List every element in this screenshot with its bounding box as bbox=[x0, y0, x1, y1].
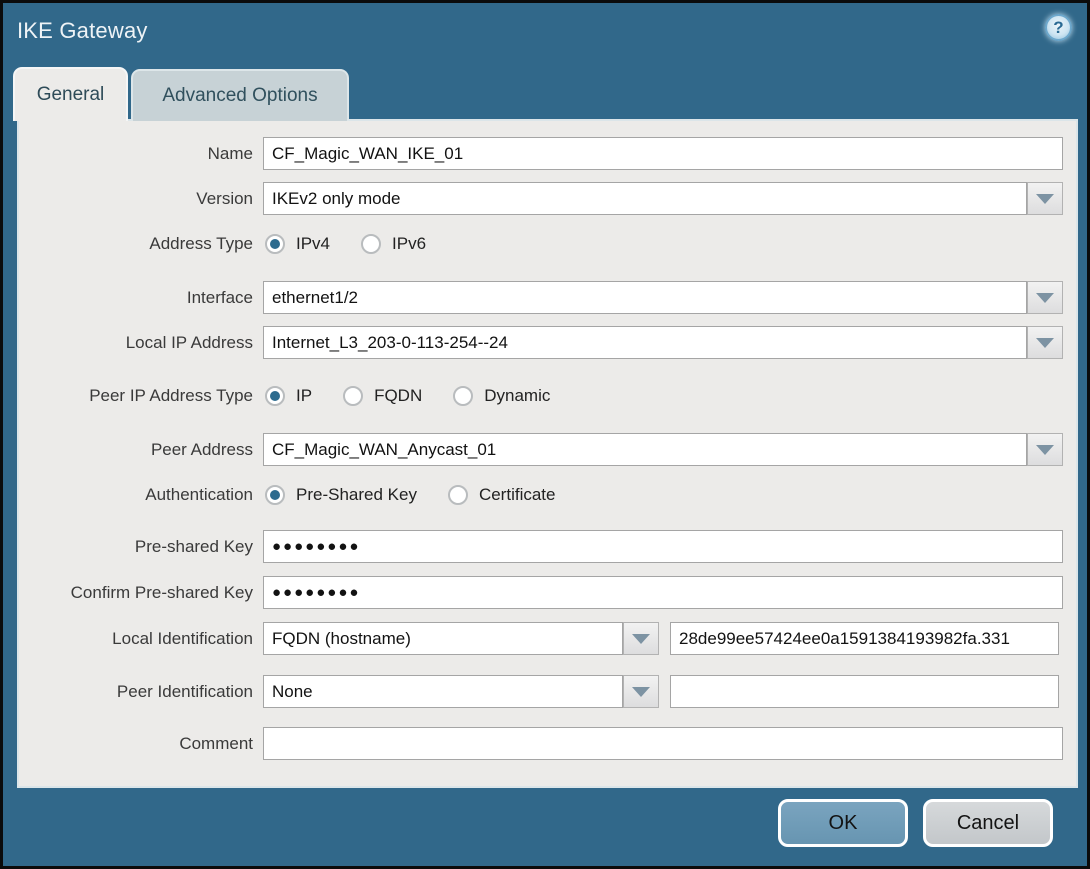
local-ip-address-label: Local IP Address bbox=[125, 333, 253, 352]
authentication-label: Authentication bbox=[145, 485, 253, 504]
dynamic-radio-label: Dynamic bbox=[484, 385, 551, 405]
ipv6-radio-label: IPv6 bbox=[392, 233, 427, 253]
pre-shared-key-input[interactable] bbox=[263, 530, 1063, 563]
version-label: Version bbox=[196, 189, 253, 208]
help-icon[interactable]: ? bbox=[1045, 14, 1072, 41]
dynamic-radio[interactable] bbox=[453, 385, 474, 406]
peer-identification-dropdown-button[interactable] bbox=[623, 675, 659, 708]
interface-label: Interface bbox=[186, 288, 253, 307]
chevron-down-icon bbox=[632, 686, 650, 697]
auth-option-certificate[interactable]: Certificate bbox=[447, 484, 556, 505]
pre-shared-key-label: Pre-shared Key bbox=[134, 537, 253, 556]
name-input[interactable] bbox=[263, 137, 1063, 170]
ipv4-radio-label: IPv4 bbox=[296, 233, 331, 253]
peer-address-select[interactable]: CF_Magic_WAN_Anycast_01 bbox=[263, 433, 1027, 466]
certificate-radio-label: Certificate bbox=[478, 484, 556, 504]
tab-general[interactable]: General bbox=[13, 67, 128, 121]
fqdn-radio-label: FQDN bbox=[374, 385, 423, 405]
cancel-button[interactable]: Cancel bbox=[923, 799, 1053, 847]
confirm-pre-shared-key-label: Confirm Pre-shared Key bbox=[70, 583, 253, 602]
name-label: Name bbox=[207, 144, 253, 163]
peer-address-dropdown-button[interactable] bbox=[1027, 433, 1063, 466]
dialog-footer: OK Cancel bbox=[3, 788, 1087, 866]
dialog-title: IKE Gateway bbox=[17, 18, 148, 43]
chevron-down-icon bbox=[1036, 193, 1054, 204]
peer-identification-value-input[interactable] bbox=[670, 675, 1059, 708]
peer-type-option-ip[interactable]: IP bbox=[265, 385, 313, 406]
auth-option-pre-shared-key[interactable]: Pre-Shared Key bbox=[265, 484, 417, 505]
authentication-radio-group: Pre-Shared Key Certificate bbox=[265, 478, 586, 511]
pre-shared-key-radio-label: Pre-Shared Key bbox=[296, 484, 417, 504]
ike-gateway-dialog: IKE Gateway ? General Advanced Options N… bbox=[0, 0, 1090, 869]
peer-identification-type-select[interactable]: None bbox=[263, 675, 623, 708]
peer-ip-address-type-radio-group: IP FQDN Dynamic bbox=[265, 379, 581, 412]
tab-advanced-options[interactable]: Advanced Options bbox=[131, 69, 349, 121]
peer-type-option-dynamic[interactable]: Dynamic bbox=[453, 385, 551, 406]
chevron-down-icon bbox=[1036, 337, 1054, 348]
local-identification-value-input[interactable] bbox=[670, 622, 1059, 655]
local-identification-dropdown-button[interactable] bbox=[623, 622, 659, 655]
chevron-down-icon bbox=[1036, 292, 1054, 303]
confirm-pre-shared-key-input[interactable] bbox=[263, 576, 1063, 609]
ok-button[interactable]: OK bbox=[778, 799, 908, 847]
comment-label: Comment bbox=[179, 734, 253, 753]
ip-radio[interactable] bbox=[265, 385, 285, 406]
address-type-option-ipv6[interactable]: IPv6 bbox=[361, 233, 427, 254]
fqdn-radio[interactable] bbox=[343, 385, 364, 406]
local-identification-label: Local Identification bbox=[112, 629, 253, 648]
chevron-down-icon bbox=[632, 633, 650, 644]
version-dropdown-button[interactable] bbox=[1027, 182, 1063, 215]
tab-bar: General Advanced Options bbox=[13, 67, 349, 121]
peer-ip-address-type-label: Peer IP Address Type bbox=[89, 386, 253, 405]
peer-type-option-fqdn[interactable]: FQDN bbox=[343, 385, 423, 406]
ipv4-radio[interactable] bbox=[265, 233, 285, 254]
local-ip-address-dropdown-button[interactable] bbox=[1027, 326, 1063, 359]
chevron-down-icon bbox=[1036, 444, 1054, 455]
address-type-radio-group: IPv4 IPv6 bbox=[265, 227, 457, 260]
peer-address-label: Peer Address bbox=[150, 440, 253, 459]
ipv6-radio[interactable] bbox=[361, 233, 382, 254]
local-ip-address-select[interactable]: Internet_L3_203-0-113-254--24 bbox=[263, 326, 1027, 359]
interface-dropdown-button[interactable] bbox=[1027, 281, 1063, 314]
address-type-option-ipv4[interactable]: IPv4 bbox=[265, 233, 331, 254]
peer-identification-label: Peer Identification bbox=[116, 682, 253, 701]
pre-shared-key-radio[interactable] bbox=[265, 484, 285, 505]
general-tab-panel: Name Version IKEv2 only mode Address Typ… bbox=[17, 119, 1078, 788]
address-type-label: Address Type bbox=[149, 234, 253, 253]
certificate-radio[interactable] bbox=[447, 484, 468, 505]
ip-radio-label: IP bbox=[296, 385, 313, 405]
comment-input[interactable] bbox=[263, 727, 1063, 760]
version-select[interactable]: IKEv2 only mode bbox=[263, 182, 1027, 215]
interface-select[interactable]: ethernet1/2 bbox=[263, 281, 1027, 314]
title-bar: IKE Gateway ? bbox=[3, 3, 1087, 65]
local-identification-type-select[interactable]: FQDN (hostname) bbox=[263, 622, 623, 655]
